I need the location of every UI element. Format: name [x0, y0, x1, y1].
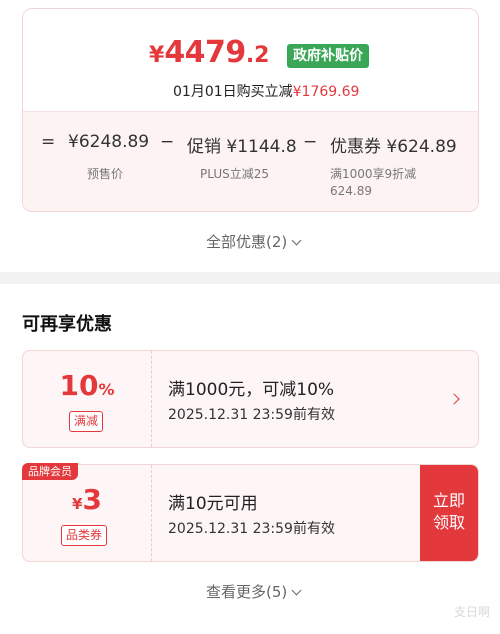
- coupon-divider: [151, 351, 152, 447]
- price-header: ¥4479.2 政府补贴价 01月01日购买立减¥1769.69: [23, 9, 478, 111]
- price-section: ¥4479.2 政府补贴价 01月01日购买立减¥1769.69 = ¥6248…: [0, 0, 500, 272]
- coupon-sub-line-1: 满1000享9折减: [330, 167, 417, 181]
- promo-value: ¥1144.8: [226, 137, 297, 157]
- claim-button-label: 立即 领取: [433, 491, 465, 535]
- coupon-name: 优惠券: [330, 137, 381, 157]
- coupon-sub-line-2: 624.89: [330, 184, 372, 198]
- see-more-link[interactable]: 查看更多(5): [206, 581, 302, 602]
- chevron-down-icon: [291, 585, 302, 596]
- chevron-right-icon[interactable]: [448, 393, 460, 405]
- coupon-title: 满1000元，可减10%: [168, 380, 335, 400]
- final-price: ¥4479.2: [149, 35, 269, 70]
- minus-sign-1: −: [160, 132, 175, 152]
- equals-sign: =: [41, 132, 56, 152]
- final-price-integer: 4479: [164, 35, 246, 70]
- watermark: 支日啊: [453, 605, 490, 619]
- section-gap: [0, 272, 500, 284]
- all-discounts-link[interactable]: 全部优惠(2): [206, 231, 302, 252]
- coupon-amount-currency: ¥: [72, 495, 83, 513]
- coupon-title: 满10元可用: [168, 494, 258, 514]
- coupon-expiry: 2025.12.31 23:59前有效: [168, 407, 335, 423]
- reduce-amount: ¥1769.69: [292, 84, 360, 100]
- section-title: 可再享优惠: [22, 314, 112, 335]
- price-card: ¥4479.2 政府补贴价 01月01日购买立减¥1769.69 = ¥6248…: [22, 8, 479, 212]
- coupon-sub-label: 满1000享9折减 624.89: [330, 166, 416, 200]
- minus-sign-2: −: [303, 132, 318, 152]
- claim-coupon-button[interactable]: 立即 领取: [420, 465, 478, 561]
- see-more-label: 查看更多(5): [206, 583, 288, 601]
- coupon-divider: [151, 465, 152, 561]
- coupon-discount: 优惠券 ¥624.89: [330, 132, 457, 157]
- all-discounts-label: 全部优惠(2): [206, 233, 288, 251]
- presale-price: ¥6248.89: [68, 132, 150, 152]
- promo-sub-label: PLUS立减25: [200, 167, 269, 181]
- brand-member-badge: 品牌会员: [22, 463, 78, 480]
- gov-subsidy-badge: 政府补贴价: [287, 44, 369, 68]
- claim-button-line-1: 立即: [432, 493, 465, 510]
- coupon-tag: 品类券: [61, 525, 108, 546]
- coupon-percent-unit: %: [98, 380, 115, 399]
- coupon-percent: 10%: [23, 369, 151, 402]
- promo-discount: 促销 ¥1144.8: [187, 132, 297, 157]
- coupon-value: ¥624.89: [386, 137, 457, 157]
- purchase-date-line: 01月01日购买立减¥1769.69: [173, 81, 359, 101]
- price-breakdown: = ¥6248.89 预售价 − 促销 ¥1144.8 PLUS立减25 − 优…: [23, 111, 478, 211]
- final-price-decimal: .2: [245, 43, 270, 68]
- coupon-tag: 满减: [69, 411, 104, 432]
- chevron-down-icon: [291, 235, 302, 246]
- final-price-currency: ¥: [149, 43, 165, 68]
- extra-discounts-section: 可再享优惠 10% 满减 满1000元，可减10% 2025.12.31 23:…: [0, 284, 500, 634]
- coupon-card-1[interactable]: 10% 满减 满1000元，可减10% 2025.12.31 23:59前有效: [22, 350, 479, 448]
- coupon-value-area: 10% 满减: [23, 351, 151, 447]
- coupon-expiry: 2025.12.31 23:59前有效: [168, 521, 335, 537]
- promo-name: 促销: [187, 137, 221, 157]
- purchase-date-text: 01月01日购买立减: [173, 84, 293, 100]
- coupon-percent-value: 10: [59, 369, 99, 402]
- coupon-amount-value: 3: [82, 483, 102, 516]
- coupon-card-2[interactable]: ¥3 品类券 满10元可用 2025.12.31 23:59前有效 立即 领取: [22, 464, 479, 562]
- presale-label: 预售价: [87, 167, 124, 181]
- claim-button-line-2: 领取: [432, 515, 465, 532]
- coupon-amount: ¥3: [23, 483, 151, 516]
